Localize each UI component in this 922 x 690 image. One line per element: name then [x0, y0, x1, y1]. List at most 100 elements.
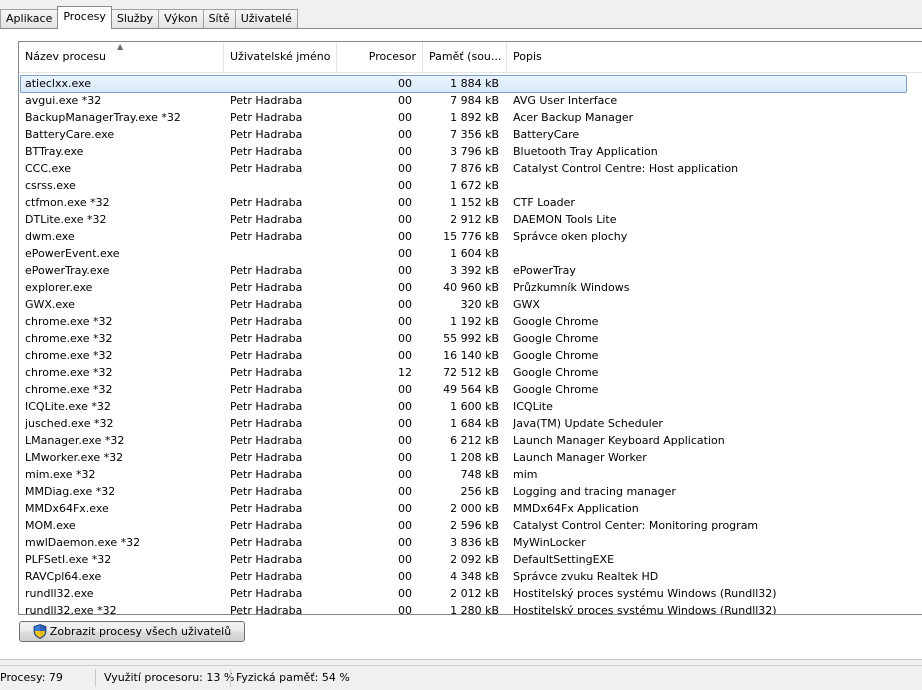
table-row[interactable]: LManager.exe *32 Petr Hadraba 00 6 212 kB La…: [19, 432, 922, 449]
memory-cell: 748 kB: [460, 468, 499, 481]
user-name-cell: Petr Hadraba: [230, 145, 303, 158]
cpu-cell: 12: [398, 366, 412, 379]
memory-cell: 72 512 kB: [443, 366, 499, 379]
memory-cell: 2 000 kB: [450, 502, 499, 515]
user-name-cell: Petr Hadraba: [230, 94, 303, 107]
tab-networking[interactable]: Sítě: [202, 9, 236, 28]
table-row[interactable]: BTTray.exe Petr Hadraba 00 3 796 kB Bluetoot…: [19, 143, 922, 160]
user-name-cell: Petr Hadraba: [230, 451, 303, 464]
table-row[interactable]: jusched.exe *32 Petr Hadraba 00 1 684 kB Jav…: [19, 415, 922, 432]
column-header-description[interactable]: Popis: [507, 42, 922, 72]
table-row[interactable]: chrome.exe *32 Petr Hadraba 00 49 564 kB Goo…: [19, 381, 922, 398]
description-cell: Catalyst Control Center: Monitoring prog…: [513, 519, 759, 532]
table-row[interactable]: BatteryCare.exe Petr Hadraba 00 7 356 kB Bat…: [19, 126, 922, 143]
table-row[interactable]: MMDx64Fx.exe Petr Hadraba 00 2 000 kB MMDx64…: [19, 500, 922, 517]
table-row[interactable]: atieclxx.exe 00 1 884 kB: [19, 75, 922, 93]
table-row[interactable]: GWX.exe Petr Hadraba 00 320 kB GWX: [19, 296, 922, 313]
memory-cell: 4 348 kB: [450, 570, 499, 583]
table-row[interactable]: avgui.exe *32 Petr Hadraba 00 7 984 kB AVG U…: [19, 92, 922, 109]
description-cell: ICQLite: [513, 400, 553, 413]
show-all-processes-button[interactable]: Zobrazit procesy všech uživatelů: [19, 621, 245, 642]
memory-cell: 2 092 kB: [450, 553, 499, 566]
process-list[interactable]: ▲ Název procesu Uživatelské jméno Proces…: [18, 41, 922, 615]
cpu-cell: 00: [398, 94, 412, 107]
description-cell: Google Chrome: [513, 315, 599, 328]
memory-cell: 1 208 kB: [450, 451, 499, 464]
description-cell: MMDx64Fx Application: [513, 502, 639, 515]
user-name-cell: Petr Hadraba: [230, 536, 303, 549]
process-rows: atieclxx.exe 00 1 884 kB avgui.exe *32 Petr …: [19, 75, 922, 615]
column-header-user[interactable]: Uživatelské jméno: [224, 42, 337, 72]
process-name-cell: DTLite.exe *32: [25, 213, 107, 226]
column-header-cpu[interactable]: Procesor: [337, 42, 423, 72]
user-name-cell: Petr Hadraba: [230, 553, 303, 566]
tab-performance[interactable]: Výkon: [158, 9, 204, 28]
table-row[interactable]: chrome.exe *32 Petr Hadraba 00 1 192 kB Goog…: [19, 313, 922, 330]
cpu-cell: 00: [398, 604, 412, 615]
tab-applications[interactable]: Aplikace: [0, 9, 59, 28]
memory-cell: 1 672 kB: [450, 179, 499, 192]
user-name-cell: Petr Hadraba: [230, 162, 303, 175]
memory-cell: 1 192 kB: [450, 315, 499, 328]
user-name-cell: Petr Hadraba: [230, 281, 303, 294]
table-row[interactable]: ePowerEvent.exe 00 1 604 kB: [19, 245, 922, 262]
table-row[interactable]: rundll32.exe Petr Hadraba 00 2 012 kB Hostit…: [19, 585, 922, 602]
user-name-cell: [230, 245, 340, 262]
description-cell: Hostitelský proces systému Windows (Rund…: [513, 604, 777, 615]
table-row[interactable]: MMDiag.exe *32 Petr Hadraba 00 256 kB Loggin…: [19, 483, 922, 500]
description-cell: Správce oken plochy: [513, 230, 628, 243]
memory-cell: 55 992 kB: [443, 332, 499, 345]
table-row[interactable]: MOM.exe Petr Hadraba 00 2 596 kB Catalyst Co…: [19, 517, 922, 534]
table-row[interactable]: ctfmon.exe *32 Petr Hadraba 00 1 152 kB CTF …: [19, 194, 922, 211]
memory-cell: 7 984 kB: [450, 94, 499, 107]
memory-cell: 320 kB: [460, 298, 499, 311]
column-header-memory[interactable]: Paměť (sou...: [423, 42, 507, 72]
table-row[interactable]: chrome.exe *32 Petr Hadraba 12 72 512 kB Goo…: [19, 364, 922, 381]
process-name-cell: ePowerEvent.exe: [25, 247, 120, 260]
table-row[interactable]: ICQLite.exe *32 Petr Hadraba 00 1 600 kB ICQ…: [19, 398, 922, 415]
table-row[interactable]: mwlDaemon.exe *32 Petr Hadraba 00 3 836 kB M…: [19, 534, 922, 551]
process-name-cell: chrome.exe *32: [25, 332, 113, 345]
table-row[interactable]: BackupManagerTray.exe *32 Petr Hadraba 00 1…: [19, 109, 922, 126]
memory-cell: 1 884 kB: [450, 77, 499, 90]
process-name-cell: LMworker.exe *32: [25, 451, 124, 464]
status-cpu-usage: Využití procesoru: 13 %: [104, 671, 235, 684]
user-name-cell: Petr Hadraba: [230, 315, 303, 328]
status-physical-memory: Fyzická paměť: 54 %: [236, 671, 350, 684]
user-name-cell: Petr Hadraba: [230, 128, 303, 141]
user-name-cell: Petr Hadraba: [230, 298, 303, 311]
user-name-cell: Petr Hadraba: [230, 519, 303, 532]
table-row[interactable]: dwm.exe Petr Hadraba 00 15 776 kB Správce ok…: [19, 228, 922, 245]
cpu-cell: 00: [398, 145, 412, 158]
user-name-cell: Petr Hadraba: [230, 468, 303, 481]
table-row[interactable]: DTLite.exe *32 Petr Hadraba 00 2 912 kB DAEM…: [19, 211, 922, 228]
memory-cell: 2 012 kB: [450, 587, 499, 600]
table-row[interactable]: LMworker.exe *32 Petr Hadraba 00 1 208 kB La…: [19, 449, 922, 466]
table-row[interactable]: chrome.exe *32 Petr Hadraba 00 16 140 kB Goo…: [19, 347, 922, 364]
table-row[interactable]: csrss.exe 00 1 672 kB: [19, 177, 922, 194]
memory-cell: 1 152 kB: [450, 196, 499, 209]
process-name-cell: ICQLite.exe *32: [25, 400, 111, 413]
tab-users[interactable]: Uživatelé: [234, 9, 298, 28]
tab-services[interactable]: Služby: [110, 9, 160, 28]
table-row[interactable]: explorer.exe Petr Hadraba 00 40 960 kB Průzk…: [19, 279, 922, 296]
table-row[interactable]: rundll32.exe *32 Petr Hadraba 00 1 280 kB Ho…: [19, 602, 922, 615]
memory-cell: 49 564 kB: [443, 383, 499, 396]
column-header-name[interactable]: ▲ Název procesu: [19, 42, 224, 72]
table-row[interactable]: PLFSetI.exe *32 Petr Hadraba 00 2 092 kB Def…: [19, 551, 922, 568]
table-row[interactable]: CCC.exe Petr Hadraba 00 7 876 kB Catalyst Co…: [19, 160, 922, 177]
table-row[interactable]: RAVCpl64.exe Petr Hadraba 00 4 348 kB Správc…: [19, 568, 922, 585]
cpu-cell: 00: [398, 77, 412, 90]
cpu-cell: 00: [398, 383, 412, 396]
table-row[interactable]: chrome.exe *32 Petr Hadraba 00 55 992 kB Goo…: [19, 330, 922, 347]
cpu-cell: 00: [398, 468, 412, 481]
tab-processes[interactable]: Procesy: [57, 6, 112, 29]
table-row[interactable]: ePowerTray.exe Petr Hadraba 00 3 392 kB ePow…: [19, 262, 922, 279]
process-name-cell: MOM.exe: [25, 519, 76, 532]
user-name-cell: Petr Hadraba: [230, 264, 303, 277]
user-name-cell: Petr Hadraba: [230, 502, 303, 515]
description-cell: Hostitelský proces systému Windows (Rund…: [513, 587, 777, 600]
cpu-cell: 00: [398, 587, 412, 600]
table-row[interactable]: mim.exe *32 Petr Hadraba 00 748 kB mim: [19, 466, 922, 483]
cpu-cell: 00: [398, 434, 412, 447]
